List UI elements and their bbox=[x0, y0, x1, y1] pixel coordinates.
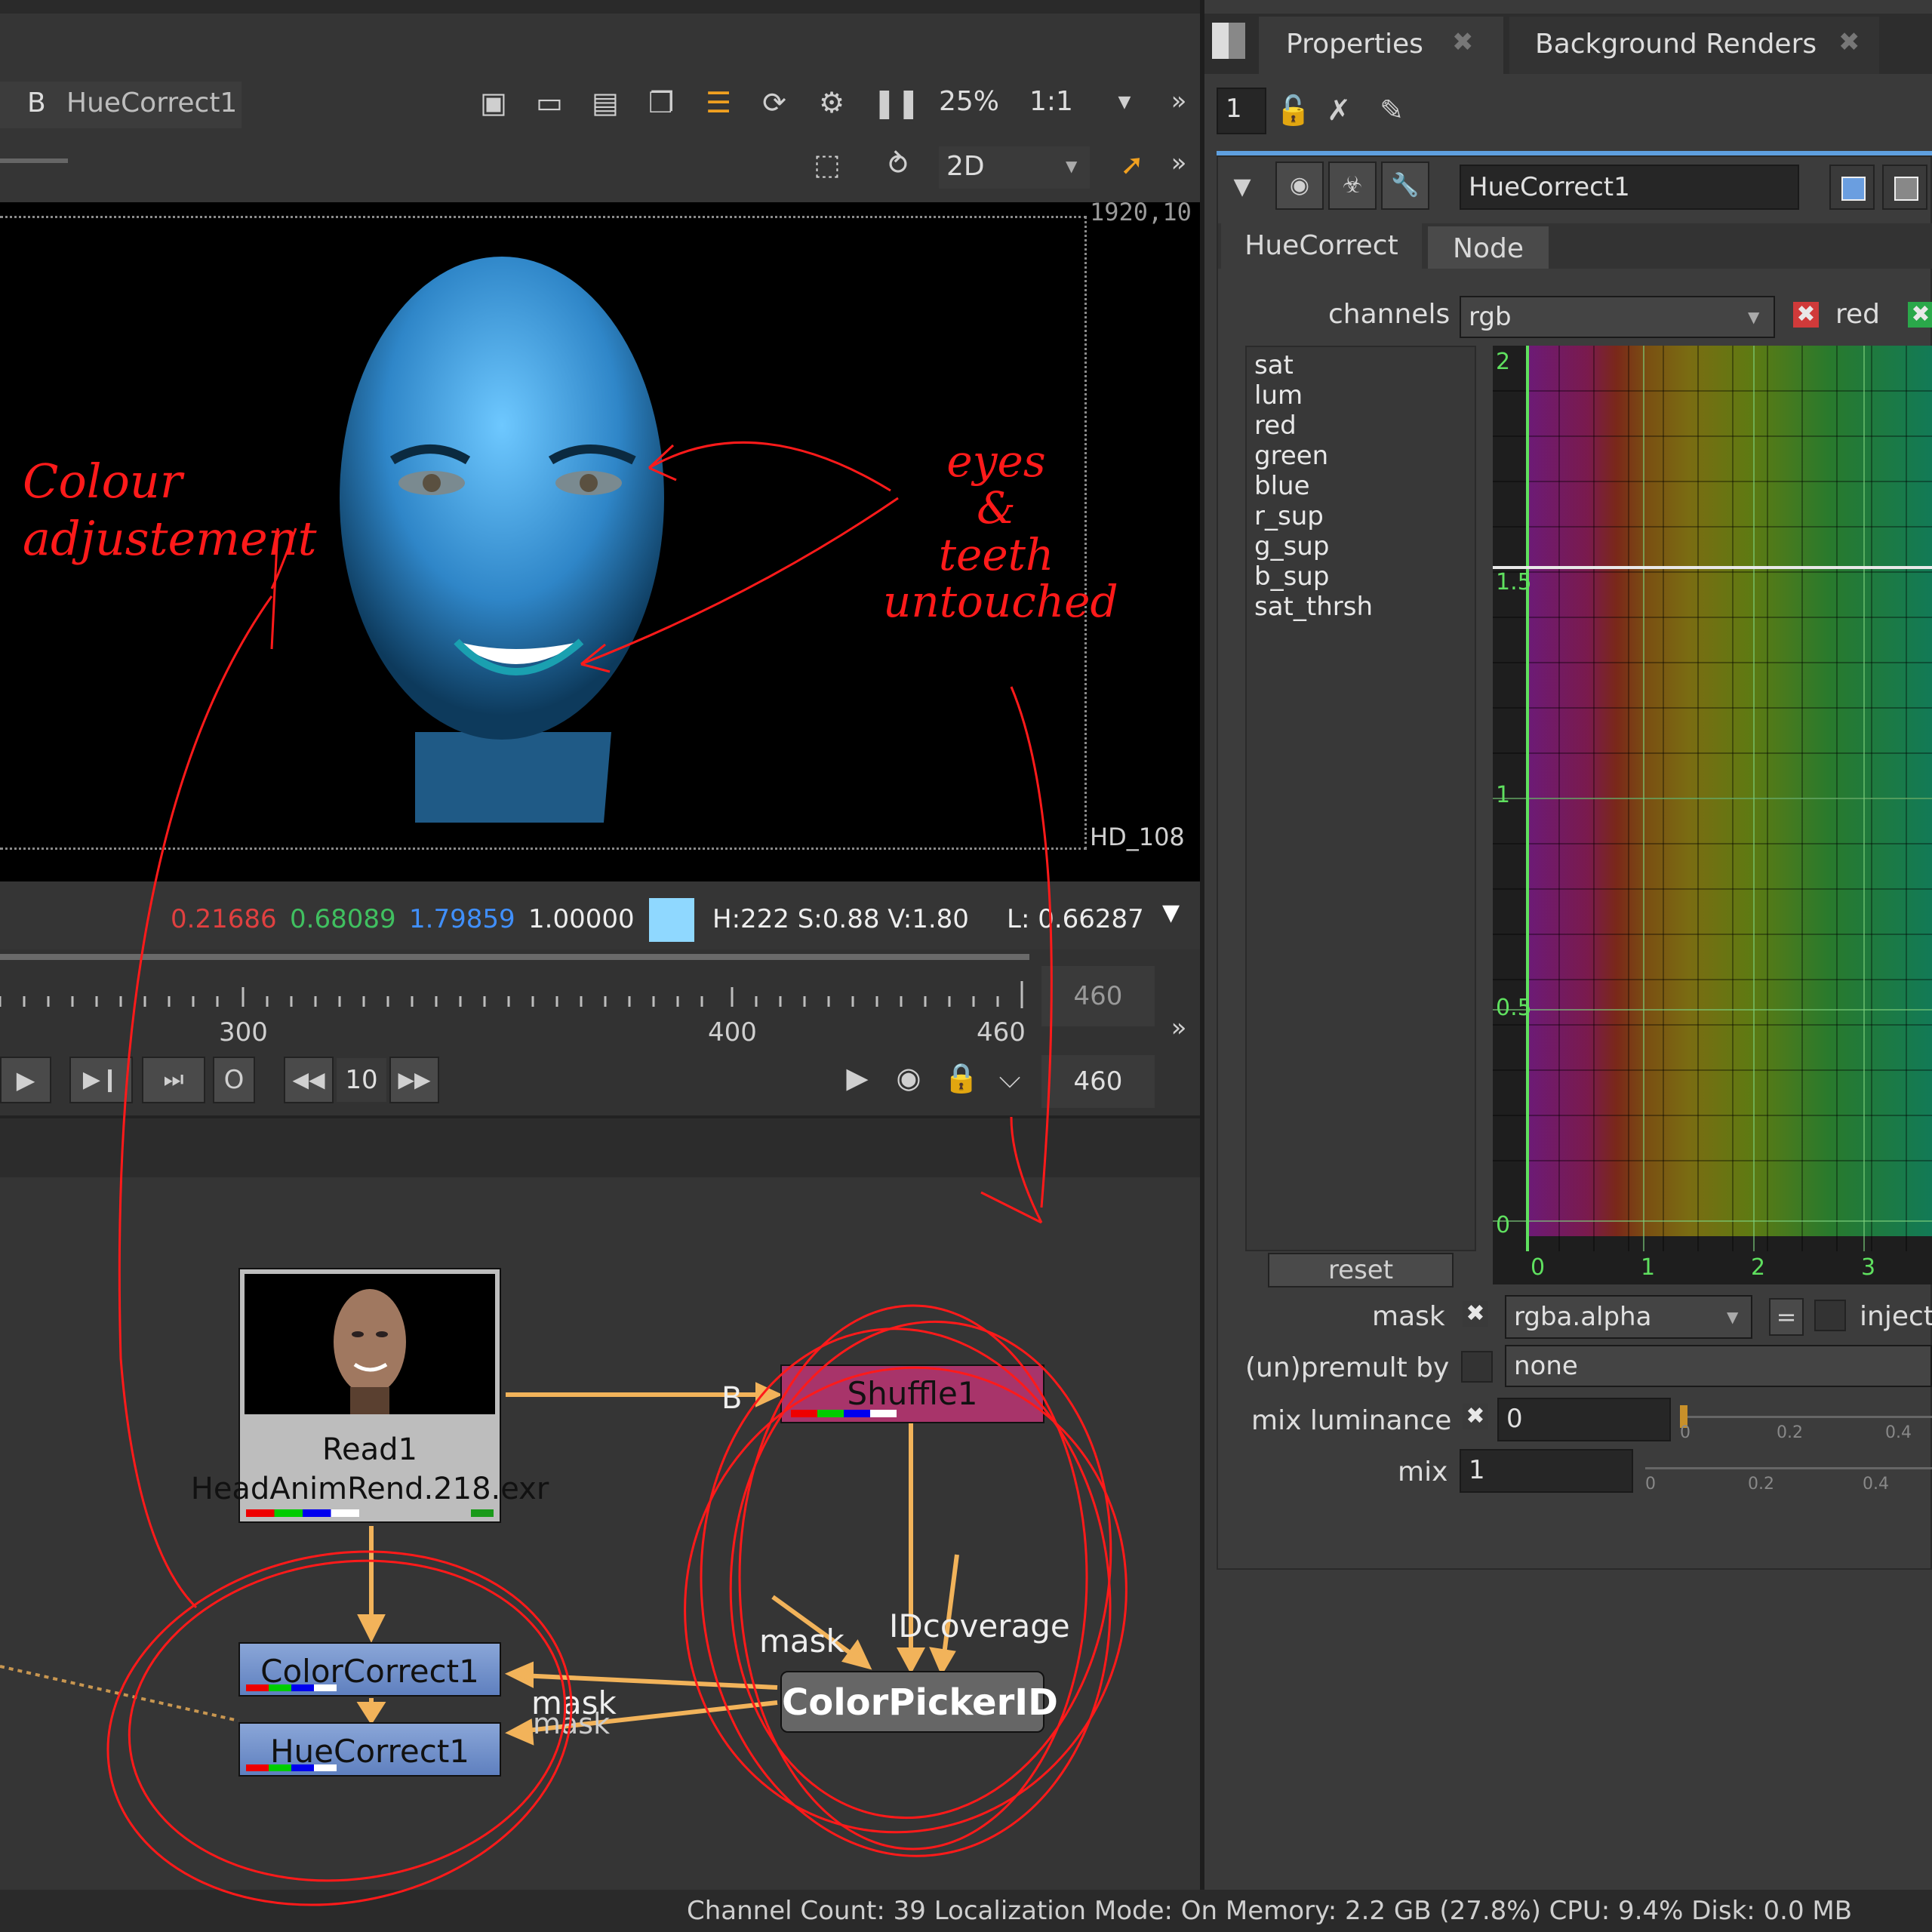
annotation-colour-adjustment: Colour adjustement bbox=[23, 454, 317, 566]
annotation-line: teeth bbox=[938, 529, 1054, 580]
annotation-line: & bbox=[977, 482, 1016, 534]
annotation-eyes-teeth: eyes & teeth untouched bbox=[883, 435, 1118, 627]
annotation-line: eyes bbox=[946, 435, 1046, 487]
red-annotation-strokes bbox=[106, 441, 1128, 1906]
annotation-line: untouched bbox=[883, 576, 1118, 627]
